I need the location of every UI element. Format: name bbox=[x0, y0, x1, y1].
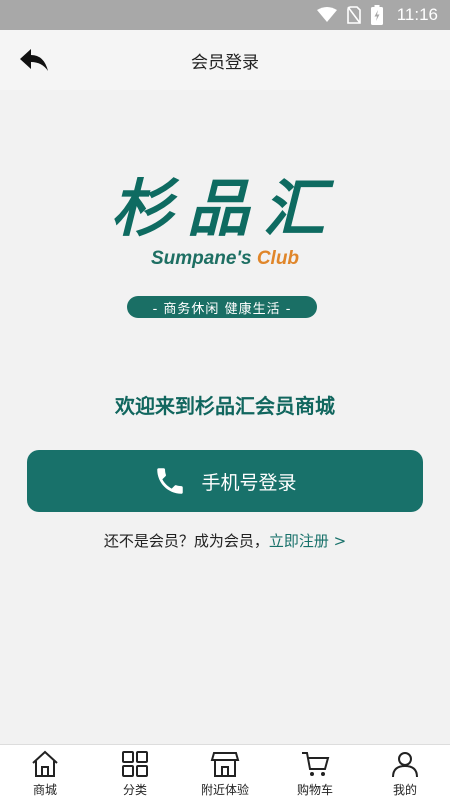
logo-english-club: Club bbox=[256, 248, 300, 269]
tab-cart[interactable]: 购物车 bbox=[275, 749, 355, 798]
logo-slogan: - 商务休闲 健康生活 - bbox=[127, 296, 317, 318]
logo-english-text: Sumpane's Club bbox=[0, 248, 450, 270]
user-icon bbox=[392, 752, 418, 778]
status-time: 11:16 bbox=[396, 5, 438, 24]
tab-nearby-label: 附近体验 bbox=[200, 783, 249, 797]
grid-icon bbox=[122, 751, 148, 777]
back-arrow-icon bbox=[20, 49, 48, 71]
battery-icon bbox=[370, 5, 383, 25]
page-title: 会员登录 bbox=[191, 52, 259, 73]
register-prompt: 还不是会员？成为会员，立即注册 > bbox=[0, 530, 450, 551]
tab-mall-label: 商城 bbox=[32, 783, 57, 797]
phone-icon bbox=[157, 468, 184, 494]
logo-chinese-text: 杉品汇 bbox=[110, 172, 339, 245]
tab-mall[interactable]: 商城 bbox=[5, 749, 85, 798]
no-sim-icon bbox=[346, 6, 361, 24]
tab-mine-label: 我的 bbox=[392, 783, 417, 797]
logo-english-main: Sumpane's bbox=[150, 248, 257, 269]
bottom-tab-bar: 商城 分类 附近体验 购物车 我的 bbox=[0, 744, 450, 800]
register-link[interactable]: 立即注册 > bbox=[269, 532, 346, 550]
home-icon bbox=[32, 750, 58, 777]
tab-nearby[interactable]: 附近体验 bbox=[185, 749, 265, 798]
nav-bar: 会员登录 bbox=[0, 30, 450, 90]
tab-category-label: 分类 bbox=[122, 783, 147, 797]
tab-cart-label: 购物车 bbox=[296, 783, 333, 797]
welcome-heading: 欢迎来到杉品汇会员商城 bbox=[115, 394, 335, 418]
phone-login-label: 手机号登录 bbox=[201, 471, 297, 494]
tab-mine[interactable]: 我的 bbox=[365, 749, 445, 798]
tab-category[interactable]: 分类 bbox=[95, 749, 175, 798]
store-icon bbox=[210, 752, 240, 777]
wifi-icon bbox=[316, 7, 337, 23]
status-bar: 11:16 bbox=[0, 0, 450, 30]
register-prompt-text: 还不是会员？成为会员， bbox=[103, 532, 269, 550]
phone-login-button[interactable]: 手机号登录 bbox=[27, 450, 423, 512]
brand-logo: 杉品汇 Sumpane's Club - 商务休闲 健康生活 - bbox=[0, 150, 450, 330]
back-button[interactable] bbox=[14, 44, 54, 76]
cart-icon bbox=[302, 752, 330, 776]
